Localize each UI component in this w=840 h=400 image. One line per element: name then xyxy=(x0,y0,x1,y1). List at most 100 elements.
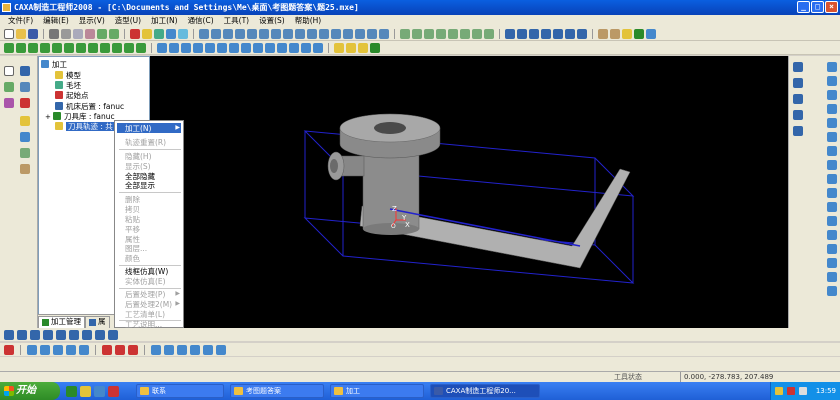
tab-properties[interactable]: 属 xyxy=(85,315,110,328)
bt-curve-4-icon[interactable] xyxy=(66,344,76,355)
mirror-tool-icon[interactable] xyxy=(20,148,30,158)
verify-icon[interactable] xyxy=(334,42,344,53)
menu-communication[interactable]: 通信(C) xyxy=(188,15,214,27)
menu-help[interactable]: 帮助(H) xyxy=(295,15,322,27)
bt-curve-3-icon[interactable] xyxy=(53,344,63,355)
quicklaunch-ie-icon[interactable] xyxy=(66,386,77,397)
zoom-out-icon[interactable] xyxy=(529,28,539,39)
tree-item-machine-post[interactable]: 机床后置 : fanuc xyxy=(55,102,124,112)
gcode-icon[interactable] xyxy=(358,42,368,53)
pocket-icon[interactable] xyxy=(40,42,50,53)
scale-icon[interactable] xyxy=(367,28,377,39)
hole-icon[interactable] xyxy=(319,28,329,39)
bt-curve-7-icon[interactable] xyxy=(115,344,125,355)
simulate-icon[interactable] xyxy=(346,42,356,53)
zoom-in-icon[interactable] xyxy=(517,28,527,39)
rib-icon[interactable] xyxy=(331,28,341,39)
material-icon[interactable] xyxy=(634,28,644,39)
bt-view-1-icon[interactable] xyxy=(4,329,14,340)
area-icon[interactable] xyxy=(52,42,62,53)
delete-icon[interactable] xyxy=(20,98,30,108)
menu-edit[interactable]: 编辑(E) xyxy=(43,15,69,27)
bt-curve-13-icon[interactable] xyxy=(203,344,213,355)
spline-tool-icon[interactable] xyxy=(827,132,837,142)
array-curve-tool-icon[interactable] xyxy=(827,272,837,282)
loft-icon[interactable] xyxy=(235,28,245,39)
tree-item-stock[interactable]: 毛坯 xyxy=(55,81,81,91)
menu-machining[interactable]: 加工(N) xyxy=(151,15,177,27)
zoom-window-icon[interactable] xyxy=(541,28,551,39)
bt-view-2-icon[interactable] xyxy=(17,329,27,340)
dimension-icon[interactable] xyxy=(20,82,30,92)
light-icon[interactable] xyxy=(142,28,152,39)
tray-volume-icon[interactable] xyxy=(799,387,807,395)
trim-tool-icon[interactable] xyxy=(827,216,837,226)
bt-view-4-icon[interactable] xyxy=(43,329,53,340)
waterline-icon[interactable] xyxy=(64,42,74,53)
menu-modeling[interactable]: 造型(U) xyxy=(115,15,141,27)
tray-antivirus-icon[interactable] xyxy=(787,387,795,395)
redo-icon[interactable] xyxy=(109,28,119,39)
menu-view[interactable]: 显示(V) xyxy=(79,15,105,27)
surface-fillet-icon[interactable] xyxy=(472,28,482,39)
tree-item-start-point[interactable]: 起始点 xyxy=(55,91,89,101)
intersect-icon[interactable] xyxy=(289,42,299,53)
draw-line-icon[interactable] xyxy=(4,82,14,92)
menu-tools[interactable]: 工具(T) xyxy=(224,15,249,27)
draft-icon[interactable] xyxy=(307,28,317,39)
post-process-icon[interactable] xyxy=(370,42,380,53)
bt-curve-11-icon[interactable] xyxy=(177,344,187,355)
bt-view-6-icon[interactable] xyxy=(69,329,79,340)
right-tool-2-icon[interactable] xyxy=(793,78,803,88)
transform-icon[interactable] xyxy=(20,116,30,126)
quicklaunch-folder-icon[interactable] xyxy=(80,386,91,397)
point-tool-icon[interactable] xyxy=(827,146,837,156)
pointer-icon[interactable] xyxy=(4,66,14,76)
pattern-icon[interactable] xyxy=(343,28,353,39)
parallel-icon[interactable] xyxy=(76,42,86,53)
boolean-icon[interactable] xyxy=(379,28,389,39)
surface-merge-icon[interactable] xyxy=(484,28,494,39)
render-icon[interactable] xyxy=(646,28,656,39)
bt-view-7-icon[interactable] xyxy=(82,329,92,340)
hidden-line-icon[interactable] xyxy=(622,28,632,39)
maximize-button[interactable]: □ xyxy=(811,1,824,13)
paste-icon[interactable] xyxy=(85,28,95,39)
open-file-icon[interactable] xyxy=(16,28,26,39)
right-tool-3-icon[interactable] xyxy=(793,94,803,104)
select-icon[interactable] xyxy=(130,28,140,39)
bt-view-5-icon[interactable] xyxy=(56,329,66,340)
rectangle-tool-icon[interactable] xyxy=(827,104,837,114)
start-button[interactable]: 开始 xyxy=(0,382,60,400)
task-caxa[interactable]: CAXA制造工程师20... xyxy=(430,384,540,398)
join-icon[interactable] xyxy=(205,42,215,53)
rotate-view-icon[interactable] xyxy=(553,28,563,39)
bt-curve-12-icon[interactable] xyxy=(190,344,200,355)
tree-item-toolpath[interactable]: 刀具轨迹 : 共 xyxy=(55,122,115,132)
menu-item-show-all[interactable]: 全部显示 xyxy=(125,181,155,190)
tree-item-tool-library[interactable]: + 刀具库 : fanuc xyxy=(45,112,115,122)
mirror-icon[interactable] xyxy=(355,28,365,39)
expand-plus-icon[interactable]: + xyxy=(45,112,53,122)
surface-extend-icon[interactable] xyxy=(448,28,458,39)
bt-curve-1-icon[interactable] xyxy=(27,344,37,355)
text-tool-icon[interactable] xyxy=(827,174,837,184)
extrude-icon[interactable] xyxy=(211,28,221,39)
polygon-tool-icon[interactable] xyxy=(827,118,837,128)
redraw-icon[interactable] xyxy=(577,28,587,39)
finish-machining-icon[interactable] xyxy=(16,42,26,53)
spline-icon[interactable] xyxy=(217,42,227,53)
color-icon[interactable] xyxy=(178,28,188,39)
edge-icon[interactable] xyxy=(313,42,323,53)
trim-icon[interactable] xyxy=(169,42,179,53)
drill-icon[interactable] xyxy=(112,42,122,53)
scallop-icon[interactable] xyxy=(88,42,98,53)
arc-tool-icon[interactable] xyxy=(827,76,837,86)
offset-icon[interactable] xyxy=(181,42,191,53)
bt-curve-9-icon[interactable] xyxy=(151,344,161,355)
new-file-icon[interactable] xyxy=(4,28,14,39)
silhouette-icon[interactable] xyxy=(301,42,311,53)
contour-icon[interactable] xyxy=(28,42,38,53)
bt-view-8-icon[interactable] xyxy=(95,329,105,340)
bt-view-3-icon[interactable] xyxy=(30,329,40,340)
